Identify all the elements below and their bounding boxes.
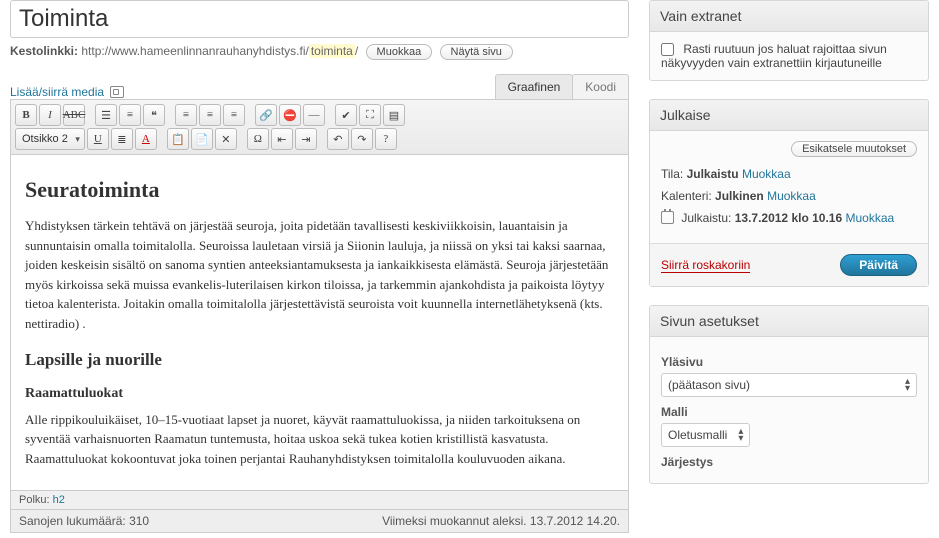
page-attributes-panel: Sivun asetukset Yläsivu (päätason sivu) …: [649, 305, 929, 484]
add-media-label: Lisää/siirrä media: [10, 85, 104, 99]
extranet-title: Vain extranet: [650, 1, 928, 32]
edit-visibility-link[interactable]: Muokkaa: [767, 189, 816, 203]
underline-button[interactable]: U: [87, 128, 109, 150]
move-to-trash-link[interactable]: Siirrä roskakoriin: [661, 258, 750, 273]
permalink-slug[interactable]: toiminta: [309, 44, 355, 58]
permalink-label: Kestolinkki:: [10, 44, 78, 58]
paste-text-button[interactable]: 📋: [167, 128, 189, 150]
charmap-button[interactable]: Ω: [247, 128, 269, 150]
attrs-title: Sivun asetukset: [650, 306, 928, 337]
post-title-input[interactable]: [10, 0, 629, 38]
paste-word-button[interactable]: 📄: [191, 128, 213, 150]
content-p1: Yhdistyksen tärkein tehtävä on järjestää…: [25, 216, 614, 333]
permalink-row: Kestolinkki: http://www.hameenlinnanrauh…: [10, 44, 629, 60]
blockquote-button[interactable]: ❝: [143, 104, 165, 126]
template-select[interactable]: Oletusmalli ▴▾: [661, 423, 750, 447]
last-edited: Viimeksi muokannut aleksi. 13.7.2012 14.…: [382, 514, 620, 528]
preview-button[interactable]: Esikatsele muutokset: [791, 141, 917, 157]
content-h2: Seuratoiminta: [25, 173, 614, 206]
bold-button[interactable]: B: [15, 104, 37, 126]
extranet-checkbox[interactable]: [661, 43, 674, 56]
remove-format-button[interactable]: ✕: [215, 128, 237, 150]
media-icon: [110, 86, 124, 98]
justify-button[interactable]: ≣: [111, 128, 133, 150]
number-list-button[interactable]: ≡: [119, 104, 141, 126]
bullet-list-button[interactable]: ☰: [95, 104, 117, 126]
visibility-value: Julkinen: [715, 189, 764, 203]
format-select[interactable]: Otsikko 2: [15, 128, 85, 150]
textcolor-button[interactable]: A: [135, 128, 157, 150]
edit-status-link[interactable]: Muokkaa: [742, 167, 791, 181]
publish-title: Julkaise: [650, 100, 928, 131]
unlink-button[interactable]: ⛔: [279, 104, 301, 126]
align-left-button[interactable]: ≡: [175, 104, 197, 126]
publish-panel: Julkaise Esikatsele muutokset Tila: Julk…: [649, 99, 929, 287]
kitchensink-button[interactable]: ▤: [383, 104, 405, 126]
strike-button[interactable]: ABC: [63, 104, 85, 126]
permalink-base: http://www.hameenlinnanrauhanyhdistys.fi…: [81, 44, 308, 58]
parent-label: Yläsivu: [661, 355, 917, 369]
more-button[interactable]: —: [303, 104, 325, 126]
published-date: 13.7.2012 klo 10.16: [735, 211, 842, 225]
parent-select[interactable]: (päätason sivu) ▴▾: [661, 373, 917, 397]
content-h4: Raamattuluokat: [25, 383, 614, 404]
redo-button[interactable]: ↷: [351, 128, 373, 150]
align-right-button[interactable]: ≡: [223, 104, 245, 126]
edit-permalink-button[interactable]: Muokkaa: [366, 44, 433, 60]
path-bar: Polku: h2: [10, 491, 629, 510]
extranet-panel: Vain extranet Rasti ruutuun jos haluat r…: [649, 0, 929, 81]
extranet-checkbox-row[interactable]: Rasti ruutuun jos haluat rajoittaa sivun…: [661, 42, 887, 70]
edit-date-link[interactable]: Muokkaa: [845, 211, 894, 225]
italic-button[interactable]: I: [39, 104, 61, 126]
tab-text[interactable]: Koodi: [572, 74, 629, 99]
indent-button[interactable]: ⇥: [295, 128, 317, 150]
align-center-button[interactable]: ≡: [199, 104, 221, 126]
status-value: Julkaistu: [687, 167, 739, 181]
link-button[interactable]: 🔗: [255, 104, 277, 126]
editor-toolbar: B I ABC ☰ ≡ ❝ ≡ ≡ ≡ 🔗 ⛔ — ✔ ⛶ ▤: [10, 99, 629, 155]
content-editor[interactable]: Seuratoiminta Yhdistyksen tärkein tehtäv…: [10, 155, 629, 491]
template-label: Malli: [661, 405, 917, 419]
calendar-icon: [661, 211, 674, 224]
update-button[interactable]: Päivitä: [840, 254, 917, 276]
order-label: Järjestys: [661, 455, 917, 469]
content-p2: Alle rippikouluikäiset, 10–15-vuotiaat l…: [25, 410, 614, 469]
add-media-button[interactable]: Lisää/siirrä media: [10, 85, 124, 99]
select-arrows-icon: ▴▾: [738, 428, 743, 442]
status-bar: Sanojen lukumäärä: 310 Viimeksi muokannu…: [10, 510, 629, 533]
fullscreen-button[interactable]: ⛶: [359, 104, 381, 126]
view-page-button[interactable]: Näytä sivu: [440, 44, 513, 60]
undo-button[interactable]: ↶: [327, 128, 349, 150]
select-arrows-icon: ▴▾: [905, 378, 910, 392]
content-h3: Lapsille ja nuorille: [25, 347, 614, 373]
path-value[interactable]: h2: [53, 494, 65, 506]
word-count: 310: [129, 514, 149, 528]
tab-visual[interactable]: Graafinen: [495, 74, 574, 99]
permalink-tail: /: [355, 44, 358, 58]
outdent-button[interactable]: ⇤: [271, 128, 293, 150]
help-button[interactable]: ?: [375, 128, 397, 150]
spellcheck-button[interactable]: ✔: [335, 104, 357, 126]
